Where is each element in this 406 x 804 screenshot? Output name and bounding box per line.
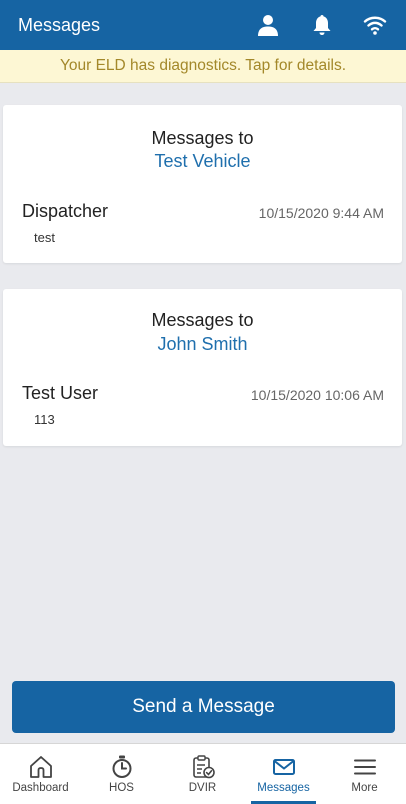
bell-icon[interactable]	[310, 13, 334, 37]
bottom-tab-bar: Dashboard HOS DVIR Messages More	[0, 743, 406, 804]
tab-dashboard[interactable]: Dashboard	[0, 744, 81, 804]
send-message-button[interactable]: Send a Message	[12, 681, 395, 733]
profile-icon[interactable]	[256, 13, 280, 37]
card-heading: Messages to	[151, 310, 254, 330]
recipient-name: John Smith	[157, 334, 248, 354]
message-timestamp: 10/15/2020 10:06 AM	[250, 387, 384, 403]
app-header: Messages	[0, 0, 406, 50]
page-title: Messages	[18, 15, 101, 35]
recipient-name: Test Vehicle	[154, 151, 251, 171]
tab-label: DVIR	[188, 782, 217, 794]
message-timestamp: 10/15/2020 9:44 AM	[258, 205, 384, 221]
card-heading: Messages to	[151, 128, 254, 148]
tab-label: Messages	[257, 782, 310, 794]
tab-more[interactable]: More	[324, 744, 405, 804]
wifi-icon[interactable]	[363, 13, 387, 37]
tab-hos[interactable]: HOS	[81, 744, 162, 804]
conversation-card[interactable]: Messages to Test Vehicle Dispatcher 10/1…	[3, 105, 402, 263]
stopwatch-icon	[112, 755, 131, 778]
tab-label: HOS	[109, 782, 134, 794]
envelope-icon	[272, 759, 295, 775]
send-message-label: Send a Message	[132, 696, 275, 717]
clipboard-check-icon	[192, 755, 215, 779]
sender-name: Test User	[22, 383, 99, 403]
message-preview: 113	[34, 412, 55, 427]
menu-icon	[353, 759, 376, 775]
tab-dvir[interactable]: DVIR	[162, 744, 243, 804]
tab-label: Dashboard	[12, 782, 69, 794]
conversation-card[interactable]: Messages to John Smith Test User 10/15/2…	[3, 289, 402, 446]
tab-messages[interactable]: Messages	[243, 744, 324, 804]
message-preview: test	[34, 230, 55, 245]
sender-name: Dispatcher	[22, 201, 109, 221]
banner-text: Your ELD has diagnostics. Tap for detail…	[59, 57, 347, 74]
eld-diagnostics-banner[interactable]: Your ELD has diagnostics. Tap for detail…	[0, 50, 406, 83]
tab-label: More	[351, 782, 378, 794]
home-icon	[29, 756, 52, 778]
